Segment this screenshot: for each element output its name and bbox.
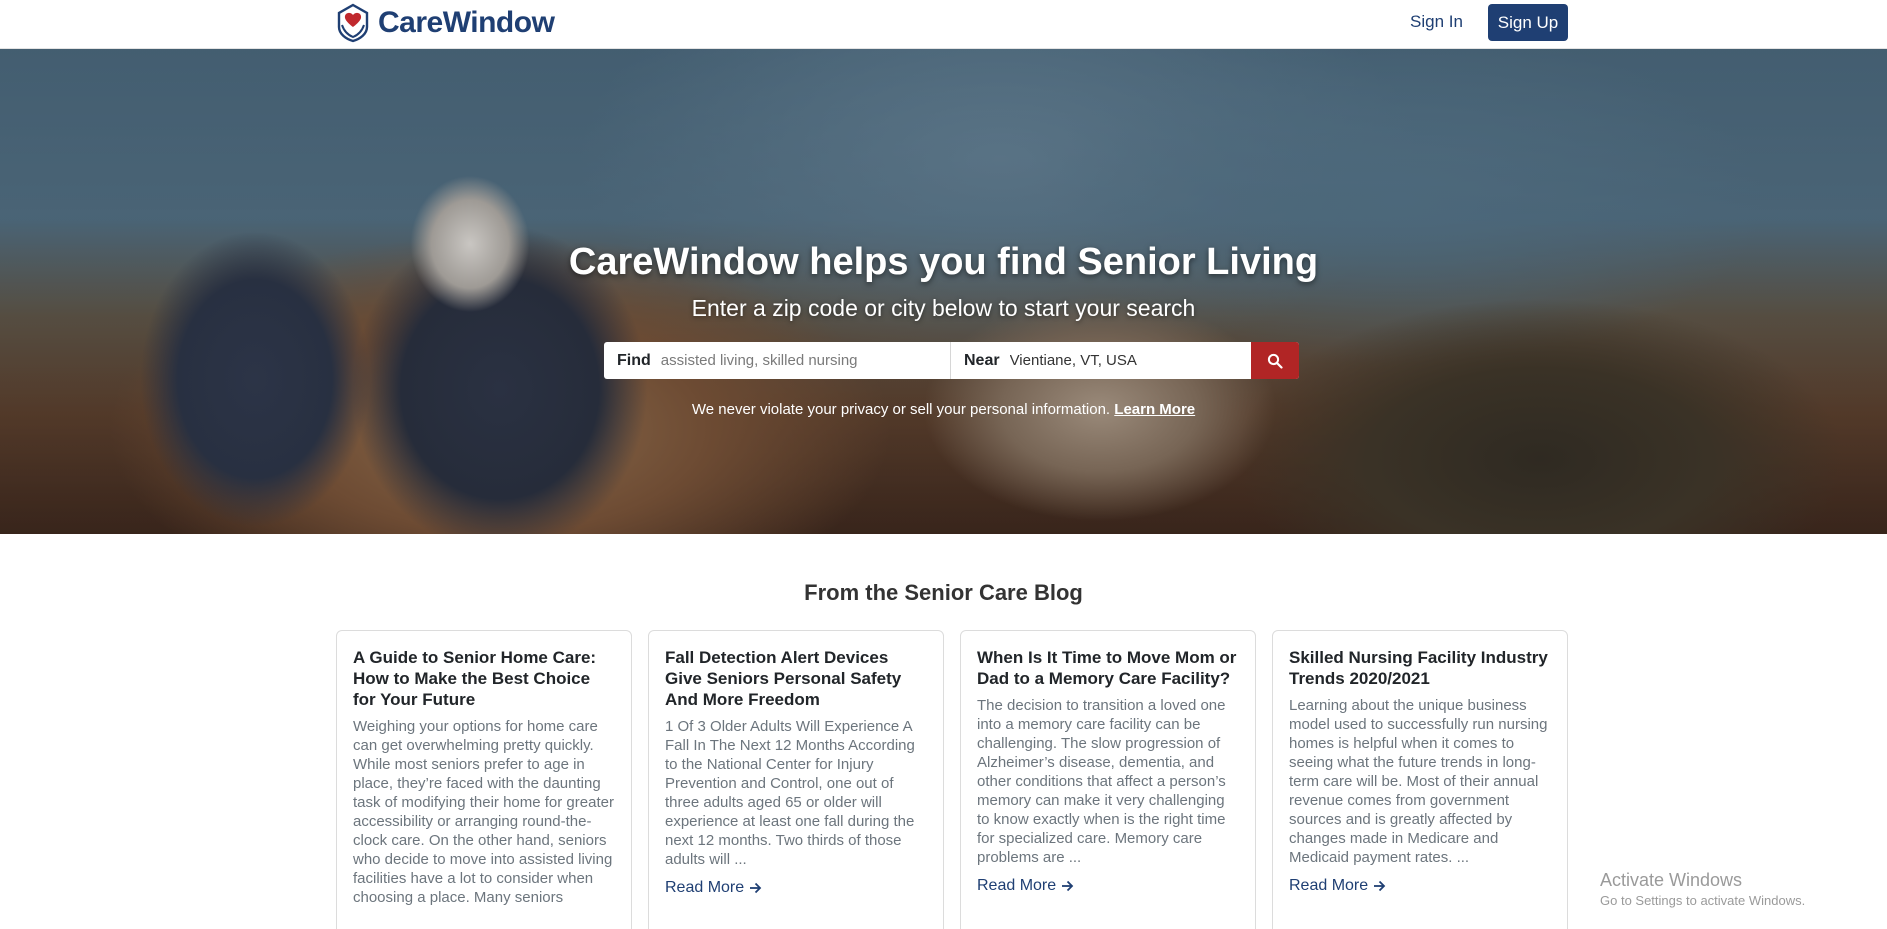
read-more-link[interactable]: Read More	[1289, 877, 1386, 895]
blog-card-excerpt: 1 Of 3 Older Adults Will Experience A Fa…	[665, 718, 915, 868]
find-field: Find	[604, 342, 951, 379]
hero-title: CareWindow helps you find Senior Living	[568, 241, 1319, 283]
arrow-right-icon	[1062, 880, 1074, 892]
brand-name: CareWindow	[378, 6, 555, 39]
blog-card-excerpt: The decision to transition a loved one i…	[977, 697, 1226, 866]
read-more-label: Read More	[665, 879, 745, 896]
blog-card-excerpt: Learning about the unique business model…	[1289, 697, 1548, 866]
watermark-line1: Activate Windows	[1600, 870, 1743, 890]
read-more-label: Read More	[977, 877, 1057, 894]
windows-activation-watermark: Activate Windows Go to Settings to activ…	[1600, 870, 1805, 908]
blog-card[interactable]: A Guide to Senior Home Care: How to Make…	[336, 630, 632, 929]
sign-in-link[interactable]: Sign In	[1410, 12, 1463, 32]
blog-card-title[interactable]: When Is It Time to Move Mom or Dad to a …	[977, 647, 1239, 689]
hero-banner: CareWindow helps you find Senior Living …	[0, 49, 1887, 534]
near-input[interactable]	[1009, 342, 1251, 379]
brand-logo[interactable]: CareWindow	[334, 3, 555, 43]
top-navbar: CareWindow Sign In Sign Up	[0, 0, 1887, 49]
read-more-link[interactable]: Read More	[977, 877, 1074, 895]
learn-more-link[interactable]: Learn More	[1114, 401, 1195, 418]
read-more-link[interactable]: Read More	[665, 879, 762, 897]
near-field: Near	[951, 342, 1251, 379]
near-label: Near	[964, 351, 1000, 369]
blog-card-excerpt: Weighing your options for home care can …	[353, 718, 614, 906]
blog-card-title[interactable]: A Guide to Senior Home Care: How to Make…	[353, 647, 615, 710]
blog-card[interactable]: When Is It Time to Move Mom or Dad to a …	[960, 630, 1256, 929]
blog-section-title: From the Senior Care Blog	[804, 580, 1083, 605]
find-input[interactable]	[660, 342, 950, 379]
blog-card[interactable]: Skilled Nursing Facility Industry Trends…	[1272, 630, 1568, 929]
search-icon	[1267, 353, 1283, 369]
privacy-text: We never violate your privacy or sell yo…	[691, 401, 1111, 418]
arrow-right-icon	[1374, 880, 1386, 892]
read-more-label: Read More	[1289, 877, 1369, 894]
arrow-right-icon	[750, 882, 762, 894]
find-label: Find	[617, 351, 651, 369]
watermark-line2: Go to Settings to activate Windows.	[1600, 893, 1806, 908]
hero-subtitle: Enter a zip code or city below to start …	[691, 295, 1196, 321]
blog-card[interactable]: Fall Detection Alert Devices Give Senior…	[648, 630, 944, 929]
blog-card-title[interactable]: Skilled Nursing Facility Industry Trends…	[1289, 647, 1551, 689]
carewindow-logo-icon	[337, 3, 369, 43]
search-bar: Find Near	[604, 342, 1299, 379]
blog-card-title[interactable]: Fall Detection Alert Devices Give Senior…	[665, 647, 927, 710]
privacy-notice: We never violate your privacy or sell yo…	[0, 401, 1887, 418]
sign-up-button[interactable]: Sign Up	[1488, 4, 1568, 41]
search-button[interactable]	[1251, 342, 1299, 379]
